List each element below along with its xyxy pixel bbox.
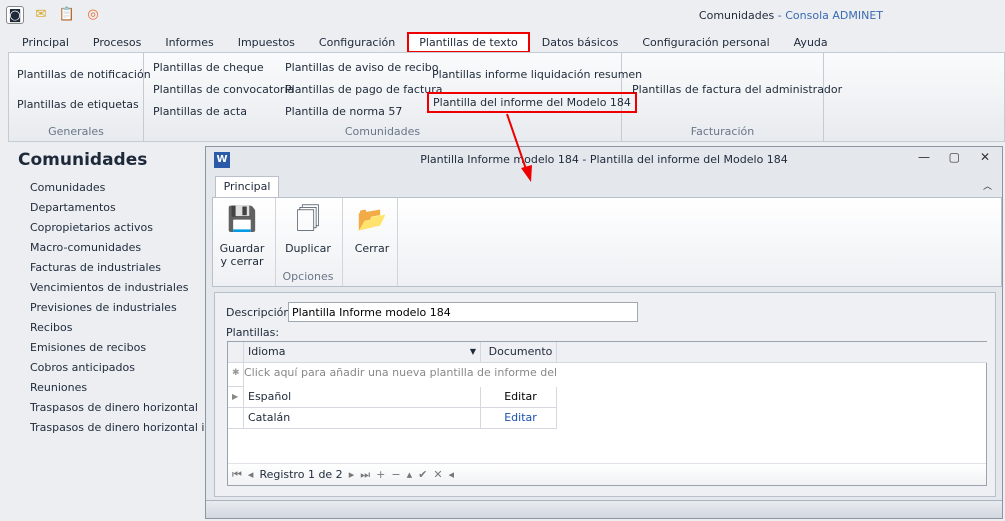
plantillas-convocatoria[interactable]: Plantillas de convocatoria (153, 83, 294, 96)
up-icon[interactable]: ▴ (407, 468, 413, 481)
save-close-button[interactable]: 💾 Guardar y cerrar (215, 204, 269, 268)
description-input[interactable] (288, 302, 638, 322)
sidebar-item[interactable]: Traspasos de dinero horizontal (8, 398, 208, 418)
plantilla-informe-modelo-184[interactable]: Plantilla del informe del Modelo 184 (427, 92, 637, 113)
remove-icon[interactable]: − (391, 468, 400, 481)
sidebar-item[interactable]: Recibos (8, 318, 208, 338)
ribbon: Plantillas de notificación Plantillas de… (8, 52, 1005, 142)
group-generales: Plantillas de notificación Plantillas de… (9, 53, 151, 141)
column-header-idioma[interactable]: Idioma ▼ (244, 342, 481, 363)
sidebar-item[interactable]: Reuniones (8, 378, 208, 398)
clipboard-check-icon[interactable]: 📋 (58, 6, 76, 24)
tab-principal[interactable]: Principal (10, 32, 81, 53)
row-idioma[interactable]: Catalán (244, 408, 481, 429)
next-record-icon[interactable]: ▸ (349, 468, 355, 481)
sidebar-item[interactable]: Previsiones de industriales (8, 298, 208, 318)
plantillas-informe-liquidacion[interactable]: Plantillas informe liquidación resumen (432, 68, 642, 81)
group-label: Generales (48, 125, 104, 138)
dialog-ribbon: 💾 Guardar y cerrar 🗍 Duplicar Opciones 📂 Ce… (212, 197, 1002, 287)
mail-icon[interactable]: ✉ (32, 6, 50, 24)
plantillas-acta[interactable]: Plantillas de acta (153, 105, 247, 118)
tab-procesos[interactable]: Procesos (81, 32, 153, 53)
camera-icon[interactable]: ◙ (6, 6, 24, 24)
add-icon[interactable]: + (376, 468, 385, 481)
close-window-button[interactable]: ✕ (980, 150, 990, 164)
first-record-icon[interactable]: ⏮ (232, 468, 242, 482)
close-button[interactable]: 📂 Cerrar (345, 204, 399, 255)
group-facturacion: Plantillas de factura del administrador … (622, 53, 842, 141)
plantillas-notificacion[interactable]: Plantillas de notificación (17, 68, 151, 81)
sidebar-item[interactable]: Traspasos de dinero horizontal individua… (8, 418, 208, 438)
sidebar-item[interactable]: Vencimientos de industriales (8, 278, 208, 298)
edit-link[interactable]: Editar (504, 411, 537, 424)
cancel-icon[interactable]: ✕ (433, 468, 442, 481)
dialog-content: Descripción: Plantillas: Idioma▼ Documen… (214, 292, 996, 497)
row-editar[interactable]: Editar (481, 387, 557, 408)
description-label: Descripción: (226, 306, 295, 319)
scroll-left-icon[interactable]: ◂ (449, 468, 455, 481)
check-icon[interactable]: ✔ (418, 468, 427, 481)
collapse-ribbon-icon[interactable]: ︿ (983, 179, 992, 192)
window-title: Comunidades - Consola ADMINET (698, 9, 883, 22)
sidebar-item[interactable]: Departamentos (8, 198, 208, 218)
plantilla-norma-57[interactable]: Plantilla de norma 57 (285, 105, 402, 118)
edit-link[interactable]: Editar (504, 390, 537, 403)
templates-grid: Idioma ▼ Documento ✱ Click aquí para añad… (227, 341, 987, 486)
sidebar-title: Comunidades (18, 150, 148, 170)
last-record-icon[interactable]: ⏭ (360, 468, 370, 482)
sidebar-item[interactable]: Copropietarios activos (8, 218, 208, 238)
group-label: Comunidades (344, 125, 421, 138)
minimize-button[interactable]: — (918, 150, 930, 164)
record-navigator: ⏮ ◂ Registro 1 de 2 ▸ ⏭ + − ▴ ✔ ✕ ◂ (228, 463, 986, 485)
group-label: Facturación (690, 125, 755, 138)
sidebar-item[interactable]: Comunidades (8, 178, 208, 198)
plantillas-pago-factura[interactable]: Plantillas de pago de factura (285, 83, 443, 96)
group-comunidades: Plantillas de cheque Plantillas de convo… (144, 53, 642, 141)
sidebar: Comunidades Comunidades Departamentos Co… (8, 148, 208, 518)
current-row-icon: ▶ (228, 387, 244, 408)
tab-datos-basicos[interactable]: Datos básicos (530, 32, 631, 53)
filter-icon[interactable]: ▼ (470, 342, 476, 362)
templates-label: Plantillas: (226, 326, 280, 339)
plantillas-factura-administrador[interactable]: Plantillas de factura del administrador (632, 83, 842, 96)
quick-access-toolbar: ◙ ✉ 📋 ◎ (6, 6, 102, 24)
dialog-window: W Plantilla Informe modelo 184 - Plantil… (205, 146, 1003, 519)
copy-icon: 🗍 (296, 205, 320, 233)
floppy-disk-icon: 💾 (227, 205, 257, 233)
duplicate-button[interactable]: 🗍 Duplicar (279, 204, 337, 255)
plantillas-aviso-recibo[interactable]: Plantillas de aviso de recibo (285, 61, 438, 74)
row-editar[interactable]: Editar (481, 408, 557, 429)
new-row-icon: ✱ (228, 363, 244, 387)
tab-configuracion-personal[interactable]: Configuración personal (630, 32, 781, 53)
maximize-button[interactable]: ▢ (949, 150, 960, 164)
sidebar-item[interactable]: Emisiones de recibos (8, 338, 208, 358)
group-label: Opciones (282, 270, 334, 283)
dialog-title: Plantilla Informe modelo 184 - Plantilla… (420, 153, 788, 166)
sidebar-item[interactable]: Macro-comunidades (8, 238, 208, 258)
sidebar-item[interactable]: Facturas de industriales (8, 258, 208, 278)
tab-ayuda[interactable]: Ayuda (782, 32, 840, 53)
plantillas-etiquetas[interactable]: Plantillas de etiquetas (17, 98, 139, 111)
plantillas-cheque[interactable]: Plantillas de cheque (153, 61, 264, 74)
tab-informes[interactable]: Informes (153, 32, 225, 53)
tab-plantillas-de-texto[interactable]: Plantillas de texto (407, 32, 530, 53)
row-idioma[interactable]: Español (244, 387, 481, 408)
tab-configuracion[interactable]: Configuración (307, 32, 407, 53)
ribbon-tabs: Principal Procesos Informes Impuestos Co… (10, 32, 840, 53)
record-counter: Registro 1 de 2 (259, 468, 343, 481)
new-row-prompt[interactable]: Click aquí para añadir una nueva plantil… (244, 363, 557, 387)
tab-impuestos[interactable]: Impuestos (226, 32, 307, 53)
tab-principal[interactable]: Principal (215, 176, 279, 198)
status-bar (206, 500, 1002, 518)
column-header-documento[interactable]: Documento (481, 342, 557, 363)
broadcast-icon[interactable]: ◎ (84, 6, 102, 24)
sidebar-item[interactable]: Cobros anticipados (8, 358, 208, 378)
prev-record-icon[interactable]: ◂ (248, 468, 254, 481)
folder-open-icon: 📂 (357, 205, 387, 233)
